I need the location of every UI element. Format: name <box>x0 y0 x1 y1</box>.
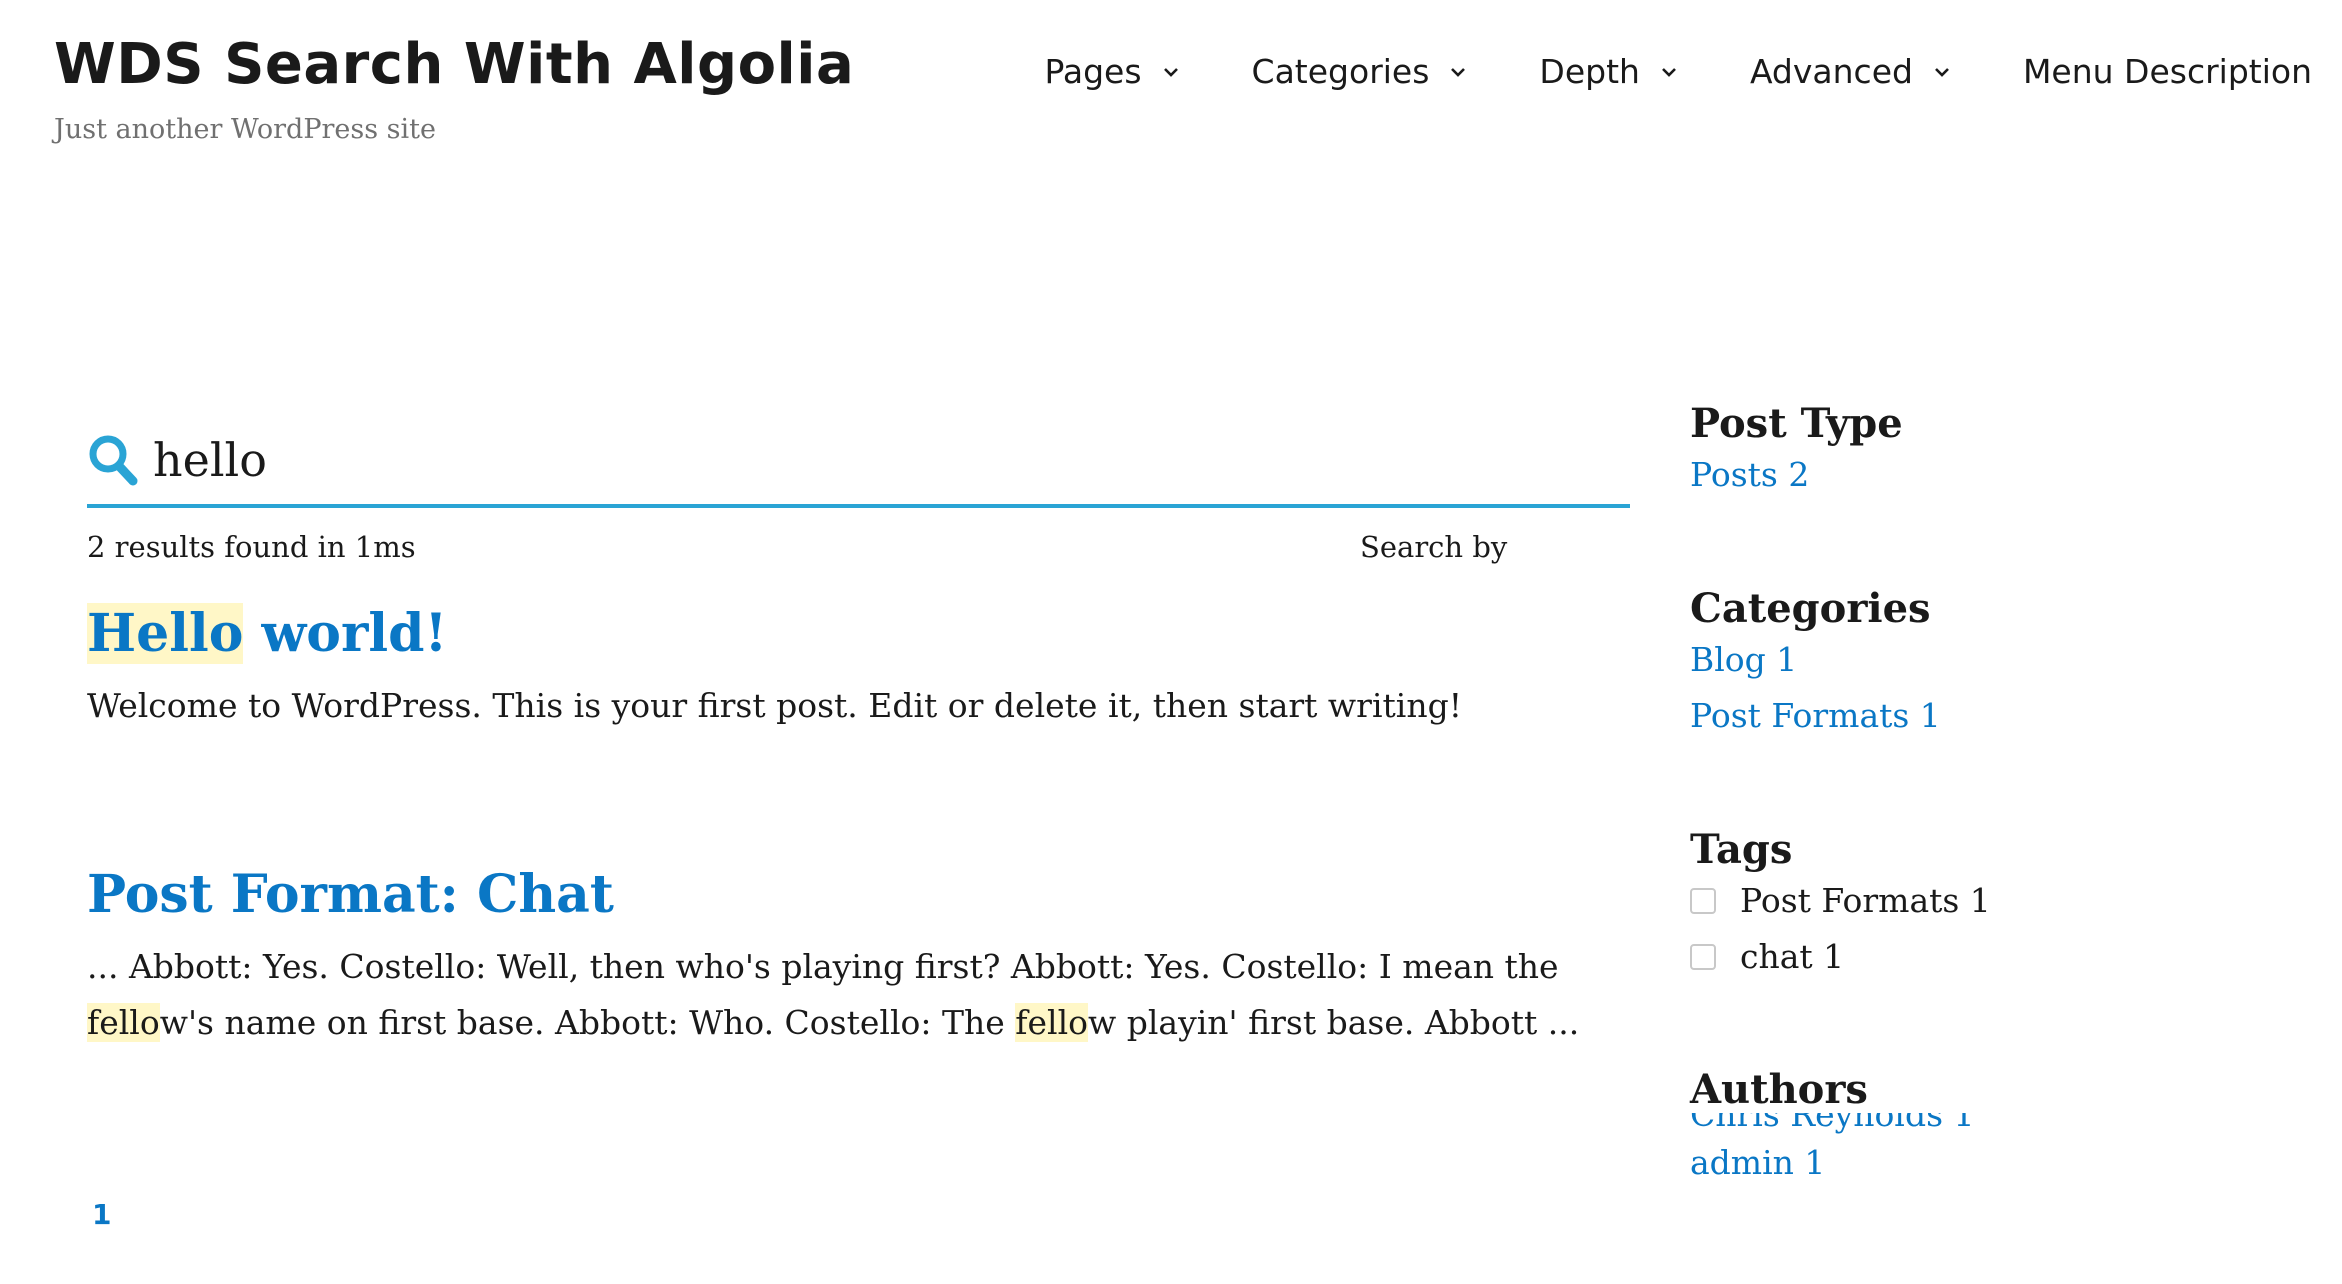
facet-item-label: Post Formats 1 <box>1740 881 1991 920</box>
search-box <box>87 416 1630 508</box>
facet-item-tag-chat[interactable]: chat 1 <box>1690 929 1991 985</box>
facet-item-post-formats[interactable]: Post Formats 1 <box>1690 688 1941 744</box>
chevron-down-icon <box>1658 61 1680 83</box>
nav-item-label: Advanced <box>1749 52 1913 91</box>
hit-snippet: Welcome to WordPress. This is your first… <box>87 678 1647 734</box>
nav-item-advanced[interactable]: Advanced <box>1750 52 1953 91</box>
checkbox[interactable] <box>1690 944 1716 970</box>
hit-title-link[interactable]: Post Format: Chat <box>87 865 1647 925</box>
hit-title-link[interactable]: Hello world! <box>87 603 1647 664</box>
snippet-text: Welcome to WordPress. This is your first… <box>87 685 1462 725</box>
nav-item-label: Menu Description <box>2022 52 2312 91</box>
search-by-label[interactable]: Search by <box>1360 530 1507 564</box>
nav-item-menu-description[interactable]: Menu Description <box>2023 52 2312 91</box>
page: WDS Search With Algolia Just another Wor… <box>0 0 2342 1284</box>
facet-item-author-admin[interactable]: admin 1 <box>1690 1135 1975 1191</box>
facet-title: Tags <box>1690 826 1793 873</box>
facet-tags: Tags Post Formats 1 chat 1 <box>1690 826 1991 985</box>
snippet-text: w playin' first base. Abbott ... <box>1088 1002 1580 1042</box>
highlight: fello <box>87 1002 160 1042</box>
search-hit: Hello world! Welcome to WordPress. This … <box>87 603 1647 734</box>
facet-post-type: Post Type Posts 2 <box>1690 400 1903 503</box>
facet-title: Authors <box>1690 1066 1868 1113</box>
site-title[interactable]: WDS Search With Algolia <box>54 32 854 97</box>
site-description: Just another WordPress site <box>54 114 436 145</box>
hit-title-text: Post Format: Chat <box>87 864 614 925</box>
main-navigation: Pages Categories Depth Advanced Menu Des… <box>1044 52 2312 91</box>
nav-item-label: Depth <box>1539 52 1640 91</box>
facet-item-posts[interactable]: Posts 2 <box>1690 447 1903 503</box>
pagination-page-1[interactable]: 1 <box>92 1198 111 1231</box>
search-input[interactable] <box>153 425 1553 495</box>
facet-item-blog[interactable]: Blog 1 <box>1690 632 1941 688</box>
facet-categories: Categories Blog 1 Post Formats 1 <box>1690 585 1941 744</box>
nav-item-label: Categories <box>1251 52 1430 91</box>
facet-title: Categories <box>1690 585 1931 632</box>
facet-item-label: Chris Reynolds 1 <box>1690 1113 1975 1134</box>
facet-item-tag-post-formats[interactable]: Post Formats 1 <box>1690 873 1991 929</box>
highlight: Hello <box>87 603 244 664</box>
facet-item-author-clipped[interactable]: Chris Reynolds 1 <box>1690 1113 1975 1135</box>
hit-title-text: world! <box>243 603 448 664</box>
search-icon <box>87 433 139 487</box>
snippet-text: w's name on first base. Abbott: Who. Cos… <box>159 1002 1016 1042</box>
chevron-down-icon <box>1160 61 1182 83</box>
checkbox[interactable] <box>1690 888 1716 914</box>
snippet-text: ... Abbott: Yes. Costello: Well, then wh… <box>87 946 1559 986</box>
search-hit: Post Format: Chat ... Abbott: Yes. Coste… <box>87 865 1647 1051</box>
highlight: fello <box>1015 1002 1089 1042</box>
nav-item-depth[interactable]: Depth <box>1539 52 1680 91</box>
facet-title: Post Type <box>1690 400 1903 447</box>
chevron-down-icon <box>1447 61 1469 83</box>
nav-item-label: Pages <box>1044 52 1142 91</box>
facet-item-label: chat 1 <box>1740 937 1845 976</box>
search-stats: 2 results found in 1ms <box>87 530 416 564</box>
hit-snippet: ... Abbott: Yes. Costello: Well, then wh… <box>87 939 1647 1051</box>
chevron-down-icon <box>1931 61 1953 83</box>
nav-item-pages[interactable]: Pages <box>1044 52 1181 91</box>
facet-authors: Authors Chris Reynolds 1 admin 1 <box>1690 1066 1975 1191</box>
nav-item-categories[interactable]: Categories <box>1252 52 1470 91</box>
